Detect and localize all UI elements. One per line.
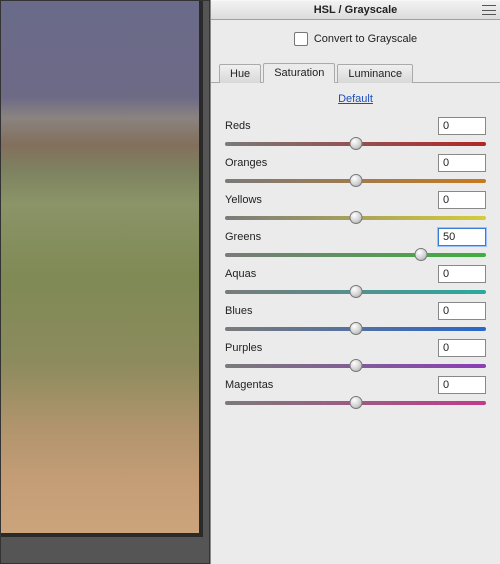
preview-image bbox=[0, 0, 203, 537]
slider-row-magentas: Magentas bbox=[225, 376, 486, 407]
slider-track[interactable] bbox=[225, 360, 486, 370]
slider-track[interactable] bbox=[225, 286, 486, 296]
slider-thumb[interactable] bbox=[349, 174, 362, 187]
slider-thumb[interactable] bbox=[349, 322, 362, 335]
slider-value-input[interactable] bbox=[438, 228, 486, 246]
default-link[interactable]: Default bbox=[338, 93, 373, 105]
slider-value-input[interactable] bbox=[438, 117, 486, 135]
default-row: Default bbox=[211, 83, 500, 115]
slider-label: Purples bbox=[225, 342, 262, 354]
panel-menu-icon[interactable] bbox=[482, 5, 496, 15]
panel-title: HSL / Grayscale bbox=[314, 4, 398, 16]
slider-thumb[interactable] bbox=[349, 285, 362, 298]
slider-row-reds: Reds bbox=[225, 117, 486, 148]
slider-label: Magentas bbox=[225, 379, 273, 391]
slider-row-blues: Blues bbox=[225, 302, 486, 333]
slider-track[interactable] bbox=[225, 249, 486, 259]
tab-hue[interactable]: Hue bbox=[219, 64, 261, 83]
slider-value-input[interactable] bbox=[438, 302, 486, 320]
slider-label: Greens bbox=[225, 231, 261, 243]
slider-row-purples: Purples bbox=[225, 339, 486, 370]
tab-saturation[interactable]: Saturation bbox=[263, 63, 335, 83]
slider-label: Blues bbox=[225, 305, 253, 317]
slider-row-aquas: Aquas bbox=[225, 265, 486, 296]
panel-title-bar: HSL / Grayscale bbox=[211, 0, 500, 20]
slider-track[interactable] bbox=[225, 138, 486, 148]
slider-label: Oranges bbox=[225, 157, 267, 169]
slider-thumb[interactable] bbox=[349, 359, 362, 372]
slider-thumb[interactable] bbox=[349, 396, 362, 409]
convert-row: Convert to Grayscale bbox=[211, 20, 500, 61]
tabs: Hue Saturation Luminance bbox=[211, 61, 500, 83]
convert-to-grayscale-label[interactable]: Convert to Grayscale bbox=[294, 32, 417, 46]
slider-label: Reds bbox=[225, 120, 251, 132]
slider-label: Aquas bbox=[225, 268, 256, 280]
slider-list: Reds Oranges Yellows Greens Aquas Blues Purple… bbox=[211, 115, 500, 415]
slider-value-input[interactable] bbox=[438, 191, 486, 209]
hsl-panel: HSL / Grayscale Convert to Grayscale Hue… bbox=[210, 0, 500, 564]
slider-row-greens: Greens bbox=[225, 228, 486, 259]
tab-luminance[interactable]: Luminance bbox=[337, 64, 413, 83]
slider-value-input[interactable] bbox=[438, 339, 486, 357]
convert-label-text: Convert to Grayscale bbox=[314, 33, 417, 45]
slider-thumb[interactable] bbox=[349, 137, 362, 150]
slider-track[interactable] bbox=[225, 212, 486, 222]
slider-track[interactable] bbox=[225, 397, 486, 407]
slider-value-input[interactable] bbox=[438, 265, 486, 283]
slider-value-input[interactable] bbox=[438, 154, 486, 172]
slider-track[interactable] bbox=[225, 323, 486, 333]
slider-thumb[interactable] bbox=[414, 248, 427, 261]
slider-row-yellows: Yellows bbox=[225, 191, 486, 222]
slider-value-input[interactable] bbox=[438, 376, 486, 394]
slider-thumb[interactable] bbox=[349, 211, 362, 224]
slider-row-oranges: Oranges bbox=[225, 154, 486, 185]
convert-checkbox[interactable] bbox=[294, 32, 308, 46]
slider-track[interactable] bbox=[225, 175, 486, 185]
image-preview bbox=[0, 0, 210, 564]
slider-label: Yellows bbox=[225, 194, 262, 206]
